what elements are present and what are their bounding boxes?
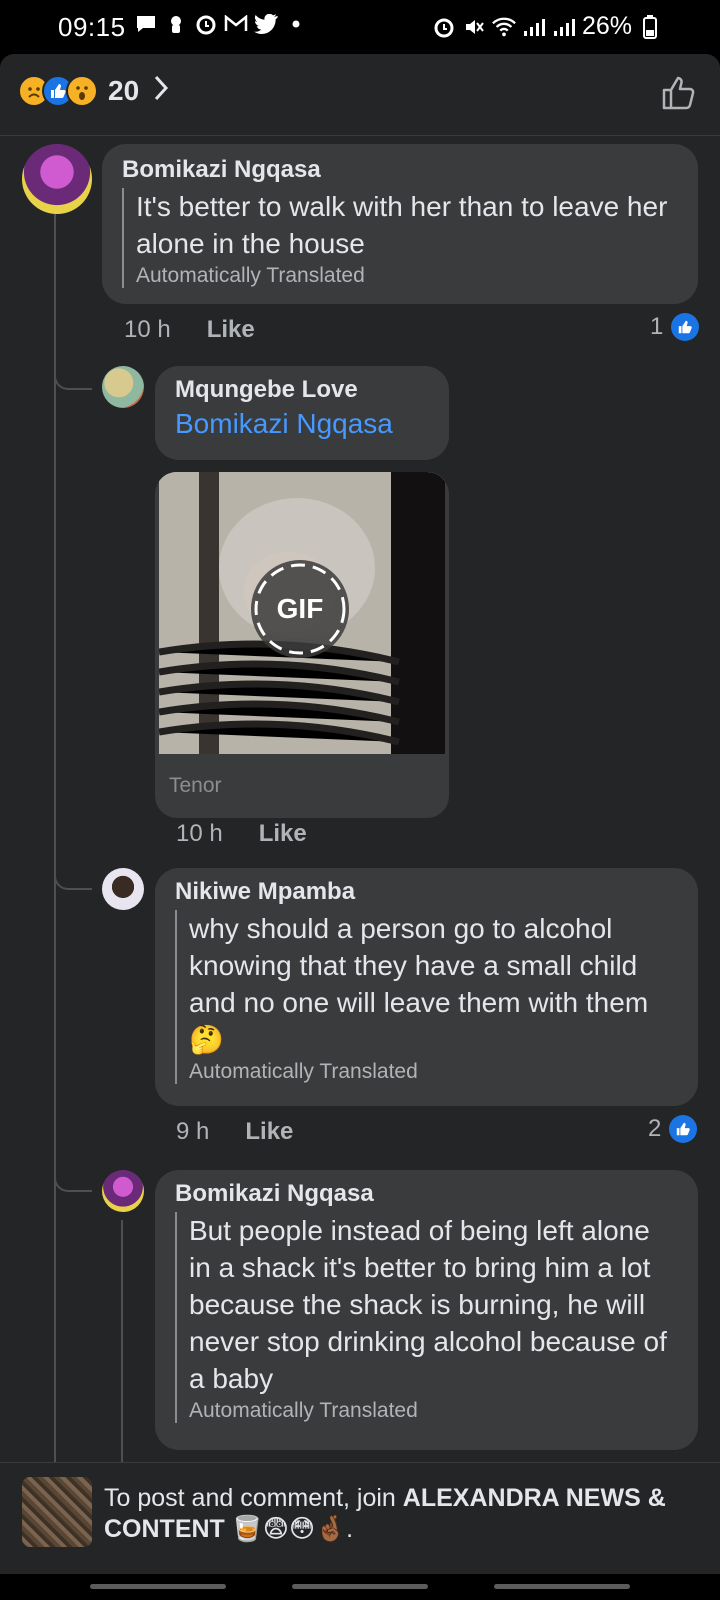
comment-likes[interactable]: 2 bbox=[648, 1115, 698, 1143]
twitter-icon bbox=[254, 12, 278, 36]
comment-author[interactable]: Nikiwe Mpamba bbox=[175, 878, 678, 906]
comment-bubble: Nikiwe Mpamba why should a person go to … bbox=[155, 868, 698, 1106]
join-group-bar: To post and comment, join ALEXANDRA NEWS… bbox=[0, 1462, 720, 1574]
alarm-clock-icon bbox=[432, 15, 456, 39]
like-link[interactable]: Like bbox=[259, 820, 307, 848]
signal-icon-2 bbox=[552, 15, 576, 39]
comment-bubble: Mqungebe Love Bomikazi Ngqasa bbox=[155, 366, 449, 460]
like-link[interactable]: Like bbox=[245, 1118, 293, 1146]
hand-icon bbox=[164, 12, 188, 36]
like-button-icon[interactable] bbox=[660, 74, 698, 117]
comment-likes[interactable]: 1 bbox=[650, 313, 700, 341]
notification-icons bbox=[134, 12, 308, 36]
comment-bubble: Bomikazi Ngqasa But people instead of be… bbox=[155, 1170, 698, 1450]
thread-elbow bbox=[54, 1156, 92, 1192]
comment-text: But people instead of being left alone i… bbox=[189, 1215, 667, 1394]
like-count: 2 bbox=[648, 1115, 662, 1142]
avatar[interactable] bbox=[102, 868, 144, 910]
comment-time: 10 h bbox=[124, 316, 171, 343]
status-bar: 09:15 26% bbox=[0, 0, 720, 54]
thread-elbow bbox=[54, 354, 92, 390]
like-badge-icon bbox=[669, 1115, 698, 1143]
system-nav-bar bbox=[0, 1574, 720, 1600]
avatar[interactable] bbox=[22, 144, 92, 214]
translation-label[interactable]: Automatically Translated bbox=[189, 1399, 678, 1423]
comment-text: It's better to walk with her than to lea… bbox=[136, 191, 668, 259]
nav-recent-button[interactable] bbox=[90, 1584, 226, 1589]
comment-author[interactable]: Mqungebe Love bbox=[175, 376, 429, 404]
comment-bubble: Bomikazi Ngqasa It's better to walk with… bbox=[102, 144, 698, 304]
gmail-icon bbox=[224, 12, 248, 36]
message-icon bbox=[134, 12, 158, 36]
status-time: 09:15 bbox=[58, 12, 126, 42]
wifi-icon bbox=[492, 15, 516, 39]
wow-reaction-icon bbox=[66, 74, 98, 107]
group-thumbnail[interactable] bbox=[22, 1477, 92, 1547]
like-badge-icon bbox=[671, 313, 700, 341]
chevron-right-icon bbox=[153, 74, 169, 107]
comment-meta: 10 h Like bbox=[176, 820, 307, 848]
comment-time: 9 h bbox=[176, 1118, 210, 1145]
dot-icon bbox=[284, 12, 308, 36]
comment-text: why should a person go to alcohol knowin… bbox=[189, 913, 649, 1055]
join-group-text[interactable]: To post and comment, join ALEXANDRA NEWS… bbox=[104, 1483, 704, 1545]
translation-label[interactable]: Automatically Translated bbox=[136, 264, 678, 288]
nav-back-button[interactable] bbox=[494, 1584, 630, 1589]
thread-elbow bbox=[54, 854, 92, 890]
join-prefix: To post and comment, join bbox=[104, 1484, 403, 1512]
mention-link[interactable]: Bomikazi Ngqasa bbox=[175, 408, 429, 440]
gif-image: GIF bbox=[159, 472, 445, 754]
mute-icon bbox=[462, 15, 486, 39]
gif-attachment[interactable]: GIF Tenor bbox=[155, 472, 449, 818]
comment-author[interactable]: Bomikazi Ngqasa bbox=[122, 156, 678, 184]
comment-meta: 10 h Like bbox=[124, 316, 255, 344]
comment-author[interactable]: Bomikazi Ngqasa bbox=[175, 1180, 678, 1208]
comment-quote: It's better to walk with her than to lea… bbox=[122, 188, 678, 288]
reaction-header: 20 bbox=[0, 54, 720, 136]
reaction-summary[interactable]: 20 bbox=[18, 74, 169, 107]
join-suffix: . bbox=[346, 1515, 354, 1543]
gif-source: Tenor bbox=[169, 774, 222, 797]
comment-meta: 9 h Like bbox=[176, 1118, 293, 1146]
like-link[interactable]: Like bbox=[207, 316, 255, 344]
like-count: 1 bbox=[650, 313, 664, 340]
avatar[interactable] bbox=[102, 1170, 144, 1212]
avatar[interactable] bbox=[102, 366, 144, 408]
translation-label[interactable]: Automatically Translated bbox=[189, 1060, 678, 1084]
comment-quote: why should a person go to alcohol knowin… bbox=[175, 910, 678, 1084]
nav-home-button[interactable] bbox=[292, 1584, 428, 1589]
comment-time: 10 h bbox=[176, 820, 223, 847]
comment-quote: But people instead of being left alone i… bbox=[175, 1212, 678, 1423]
comments-sheet: 20 Bomikazi Ngqasa It's better to walk w… bbox=[0, 54, 720, 1600]
signal-icon bbox=[522, 15, 546, 39]
alarm-icon bbox=[194, 12, 218, 36]
battery-percent: 26% bbox=[581, 12, 632, 40]
battery-icon bbox=[638, 14, 662, 39]
gif-play-badge[interactable]: GIF bbox=[251, 560, 349, 658]
system-icons: 26% bbox=[432, 12, 662, 41]
reaction-count: 20 bbox=[108, 74, 140, 106]
